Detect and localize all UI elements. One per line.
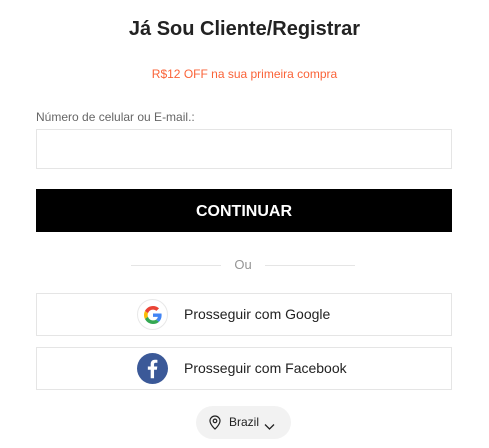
phone-email-label: Número de celular ou E-mail.: bbox=[36, 110, 195, 124]
google-icon bbox=[137, 299, 168, 330]
continue-button[interactable]: CONTINUAR bbox=[36, 189, 452, 232]
facebook-login-label: Prosseguir com Facebook bbox=[184, 360, 347, 376]
promo-text: R$12 OFF na sua primeira compra bbox=[151, 67, 338, 81]
phone-email-input[interactable] bbox=[36, 129, 452, 169]
google-login-label: Prosseguir com Google bbox=[184, 306, 331, 322]
facebook-login-button[interactable]: Prosseguir com Facebook bbox=[36, 347, 452, 390]
facebook-icon bbox=[137, 353, 168, 384]
page-title: Já Sou Cliente/Registrar bbox=[128, 18, 361, 40]
google-login-button[interactable]: Prosseguir com Google bbox=[36, 293, 452, 336]
country-selector[interactable]: Brazil bbox=[196, 406, 291, 439]
country-label: Brazil bbox=[229, 415, 260, 429]
or-divider: Ou bbox=[131, 257, 355, 273]
location-pin-icon bbox=[209, 415, 221, 435]
divider-line-right bbox=[265, 265, 355, 266]
chevron-down-icon bbox=[264, 418, 275, 436]
